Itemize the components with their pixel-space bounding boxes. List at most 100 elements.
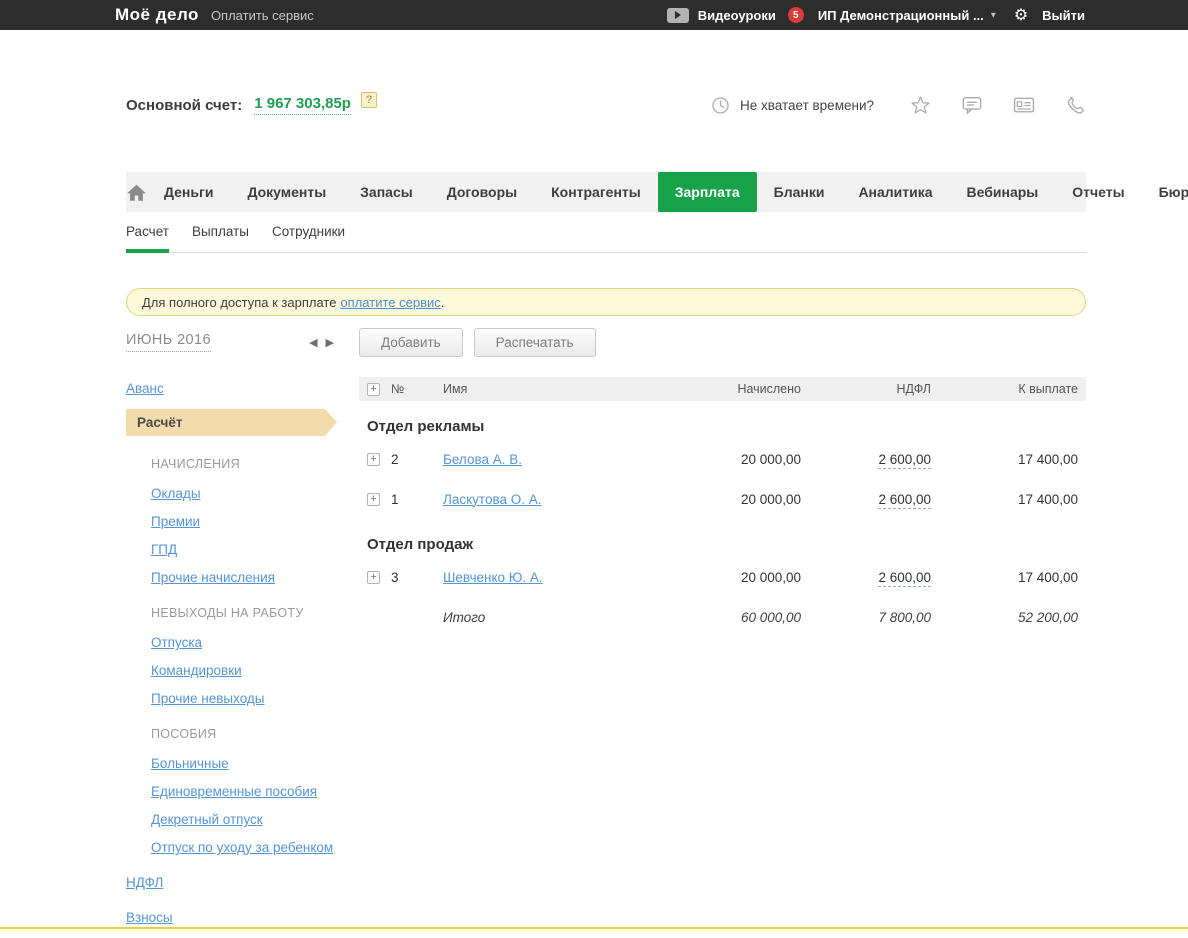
tab-counterparties[interactable]: Контрагенты xyxy=(534,172,658,212)
prev-month-arrow[interactable]: ◀ xyxy=(305,334,321,351)
expand-all-icon[interactable] xyxy=(367,382,380,396)
sidebar-item-lump-sum-benefits: Единовременные пособия xyxy=(151,784,318,799)
chevron-down-icon[interactable]: ▾ xyxy=(991,10,996,21)
total-ndfl: 7 800,00 xyxy=(878,609,931,625)
sidebar-item-other-accruals: Прочие начисления xyxy=(151,570,275,585)
employee-link[interactable]: Ласкутова О. А. xyxy=(443,492,542,507)
video-lessons-badge: 5 xyxy=(787,7,804,23)
sub-nav: Расчет Выплаты Сотрудники xyxy=(126,212,1086,253)
sidebar-section-absences: НЕВЫХОДЫ НА РАБОТУ xyxy=(151,606,304,620)
employee-link[interactable]: Шевченко Ю. А. xyxy=(443,570,543,585)
tab-salary[interactable]: Зарплата xyxy=(657,172,757,212)
phone-icon[interactable] xyxy=(1065,95,1086,116)
sidebar-item-business-trips: Командировки xyxy=(151,663,242,678)
no-time-link[interactable]: Не хватает времени? xyxy=(740,98,874,113)
gear-icon[interactable]: ⚙ xyxy=(1014,5,1028,25)
sidebar-item-vacations: Отпуска xyxy=(151,635,203,650)
tab-bureau[interactable]: Бюро xyxy=(1142,172,1188,212)
add-button[interactable]: Добавить xyxy=(359,327,463,357)
pay-service-inline-link[interactable]: оплатите сервис xyxy=(340,295,440,310)
accrued-value: 20 000,00 xyxy=(740,569,801,585)
balance-value-link[interactable]: 1 967 303,85р xyxy=(254,95,351,115)
home-tab[interactable] xyxy=(126,172,147,212)
logout-link[interactable]: Выйти xyxy=(1042,8,1085,23)
star-icon[interactable] xyxy=(910,95,931,116)
accrued-value: 20 000,00 xyxy=(740,491,801,507)
table-row: 1 Ласкутова О. А. 20 000,00 2 600,00 17 … xyxy=(359,479,1086,519)
total-row: Итого 60 000,00 7 800,00 52 200,00 xyxy=(359,597,1086,637)
subtab-calculation[interactable]: Расчет xyxy=(126,212,169,253)
table-row: 2 Белова А. В. 20 000,00 2 600,00 17 400… xyxy=(359,439,1086,479)
col-payable: К выплате xyxy=(1018,382,1078,396)
chat-icon[interactable] xyxy=(961,95,983,115)
sidebar-item-contributions: Взносы xyxy=(126,910,173,925)
col-ndfl: НДФЛ xyxy=(896,382,931,396)
col-name: Имя xyxy=(443,382,468,396)
page-container: Основной счет: 1 967 303,85р ? Не хватае… xyxy=(126,92,1188,938)
ndfl-value-link[interactable]: 2 600,00 xyxy=(878,451,931,469)
col-accrued: Начислено xyxy=(737,382,801,396)
sidebar-item-bonuses: Премии xyxy=(151,514,201,529)
group-title-advertising: Отдел рекламы xyxy=(367,418,485,435)
balance-row: Основной счет: 1 967 303,85р ? Не хватае… xyxy=(126,92,1086,117)
row-num: 3 xyxy=(391,569,399,585)
sidebar-item-sick-leave: Больничные xyxy=(151,756,229,771)
account-menu[interactable]: ИП Демонстрационный ... xyxy=(818,8,984,23)
sidebar-item-gpd: ГПД xyxy=(151,542,178,557)
table-row: 3 Шевченко Ю. А. 20 000,00 2 600,00 17 4… xyxy=(359,557,1086,597)
sidebar-item-raschet-active[interactable]: Расчёт xyxy=(126,409,337,436)
payable-value: 17 400,00 xyxy=(1017,569,1078,585)
tab-stock[interactable]: Запасы xyxy=(343,172,430,212)
toolbar: ИЮНЬ 2016 ◀ ▶ Добавить Распечатать xyxy=(126,327,1086,357)
pay-service-link[interactable]: Оплатить сервис xyxy=(211,8,314,23)
sidebar-item-childcare-leave: Отпуск по уходу за ребенком xyxy=(151,840,334,855)
ndfl-value-link[interactable]: 2 600,00 xyxy=(878,569,931,587)
main-nav: Деньги Документы Запасы Договоры Контраг… xyxy=(126,172,1188,212)
subtab-payments[interactable]: Выплаты xyxy=(192,212,249,252)
month-arrows: ◀ ▶ xyxy=(305,334,338,351)
sidebar-item-salaries: Оклады xyxy=(151,486,201,501)
contact-card-icon[interactable] xyxy=(1013,96,1035,114)
print-button[interactable]: Распечатать xyxy=(473,327,596,357)
topbar-inner: Моё дело Оплатить сервис Видеоуроки 5 ИП… xyxy=(115,0,1085,30)
topbar: Моё дело Оплатить сервис Видеоуроки 5 ИП… xyxy=(0,0,1188,30)
sidebar: Аванс Расчёт НАЧИСЛЕНИЯ Оклады Премии ГП… xyxy=(126,377,359,938)
next-month-arrow[interactable]: ▶ xyxy=(322,334,338,351)
row-num: 1 xyxy=(391,491,399,507)
tab-contracts[interactable]: Договоры xyxy=(430,172,534,212)
tab-documents[interactable]: Документы xyxy=(230,172,343,212)
month-label[interactable]: ИЮНЬ 2016 xyxy=(126,332,211,352)
video-play-icon[interactable] xyxy=(666,7,689,23)
tab-webinars[interactable]: Вебинары xyxy=(950,172,1056,212)
total-label: Итого xyxy=(443,609,486,625)
expand-row-icon[interactable] xyxy=(367,452,380,466)
total-accrued: 60 000,00 xyxy=(740,609,801,625)
help-icon[interactable]: ? xyxy=(360,92,377,108)
clock-icon xyxy=(711,96,730,115)
sidebar-item-ndfl: НДФЛ xyxy=(126,875,164,890)
sidebar-item-avans: Аванс xyxy=(126,381,164,396)
sidebar-section-benefits: ПОСОБИЯ xyxy=(151,727,217,741)
sidebar-item-other-absences: Прочие невыходы xyxy=(151,691,265,706)
footer-strip xyxy=(0,927,1188,934)
notice-period: . xyxy=(440,294,445,310)
sidebar-item-maternity-leave: Декретный отпуск xyxy=(151,812,263,827)
tab-forms[interactable]: Бланки xyxy=(757,172,842,212)
expand-row-icon[interactable] xyxy=(367,492,380,506)
accrued-value: 20 000,00 xyxy=(740,451,801,467)
total-payable: 52 200,00 xyxy=(1017,609,1078,625)
subtab-employees[interactable]: Сотрудники xyxy=(272,212,345,252)
employee-link[interactable]: Белова А. В. xyxy=(443,452,522,467)
ndfl-value-link[interactable]: 2 600,00 xyxy=(878,491,931,509)
payable-value: 17 400,00 xyxy=(1017,491,1078,507)
tab-reports[interactable]: Отчеты xyxy=(1055,172,1141,212)
notice-text: Для полного доступа к зарплате xyxy=(142,294,337,310)
video-lessons-link[interactable]: Видеоуроки xyxy=(698,8,776,23)
month-selector: ИЮНЬ 2016 ◀ ▶ xyxy=(126,332,359,352)
header-icons: Не хватает времени? xyxy=(711,95,1086,116)
table-header: № Имя Начислено НДФЛ К выплате xyxy=(359,377,1086,401)
app-logo[interactable]: Моё дело xyxy=(115,5,199,25)
expand-row-icon[interactable] xyxy=(367,570,380,584)
tab-money[interactable]: Деньги xyxy=(147,172,230,212)
tab-analytics[interactable]: Аналитика xyxy=(841,172,949,212)
